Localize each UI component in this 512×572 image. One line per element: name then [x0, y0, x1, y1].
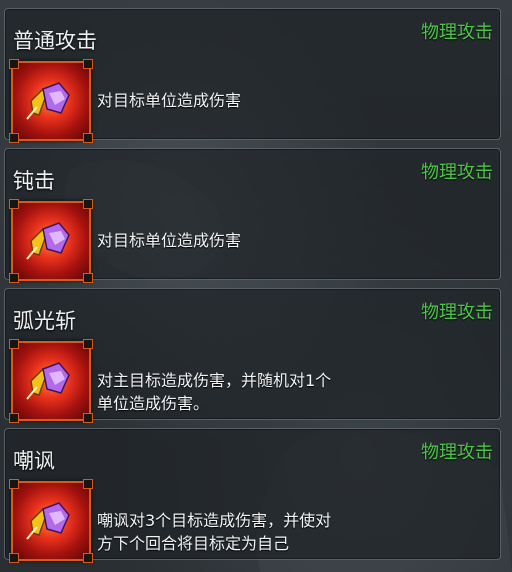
skill-card-2[interactable]: 钝击 物理攻击 对目标单位造成伤害 [4, 148, 501, 283]
skill-list: 普通攻击 物理攻击 对目标单位造成伤害 钝击 物理攻击 对目标单位造成伤害 弧光… [4, 8, 501, 568]
skill-description-line: 单位造成伤害。 [97, 394, 210, 413]
skill-name: 嘲讽 [13, 449, 55, 473]
skill-description: 对目标单位造成伤害 [97, 89, 397, 112]
sword-strike-icon[interactable] [9, 59, 93, 143]
skill-description-line: 对目标单位造成伤害 [97, 91, 242, 110]
skill-type-label: 物理攻击 [421, 162, 493, 183]
skill-panel: 普通攻击 物理攻击 对目标单位造成伤害 钝击 物理攻击 对目标单位造成伤害 弧光… [0, 0, 512, 572]
skill-card-4[interactable]: 嘲讽 物理攻击 嘲讽对3个目标造成伤害，并使对 方下个回合将目标定为自己 [4, 428, 501, 563]
skill-description-line: 对主目标造成伤害，并随机对1个 [97, 371, 332, 390]
skill-card-3[interactable]: 弧光斩 物理攻击 对主目标造成伤害，并随机对1个 单位造成伤害。 [4, 288, 501, 423]
sword-strike-icon[interactable] [9, 339, 93, 423]
skill-type-label: 物理攻击 [421, 442, 493, 463]
skill-description: 嘲讽对3个目标造成伤害，并使对 方下个回合将目标定为自己 [97, 509, 397, 555]
skill-name: 钝击 [13, 169, 55, 193]
skill-description: 对目标单位造成伤害 [97, 229, 397, 252]
skill-description-line: 对目标单位造成伤害 [97, 231, 242, 250]
sword-strike-icon[interactable] [9, 479, 93, 563]
skill-type-label: 物理攻击 [421, 22, 493, 43]
skill-description: 对主目标造成伤害，并随机对1个 单位造成伤害。 [97, 369, 397, 415]
sword-strike-icon[interactable] [9, 199, 93, 283]
skill-type-label: 物理攻击 [421, 302, 493, 323]
skill-description-line: 嘲讽对3个目标造成伤害，并使对 [97, 511, 332, 530]
skill-card-1[interactable]: 普通攻击 物理攻击 对目标单位造成伤害 [4, 8, 501, 143]
skill-name: 弧光斩 [13, 309, 76, 333]
skill-description-line: 方下个回合将目标定为自己 [97, 534, 290, 553]
skill-name: 普通攻击 [13, 29, 97, 53]
